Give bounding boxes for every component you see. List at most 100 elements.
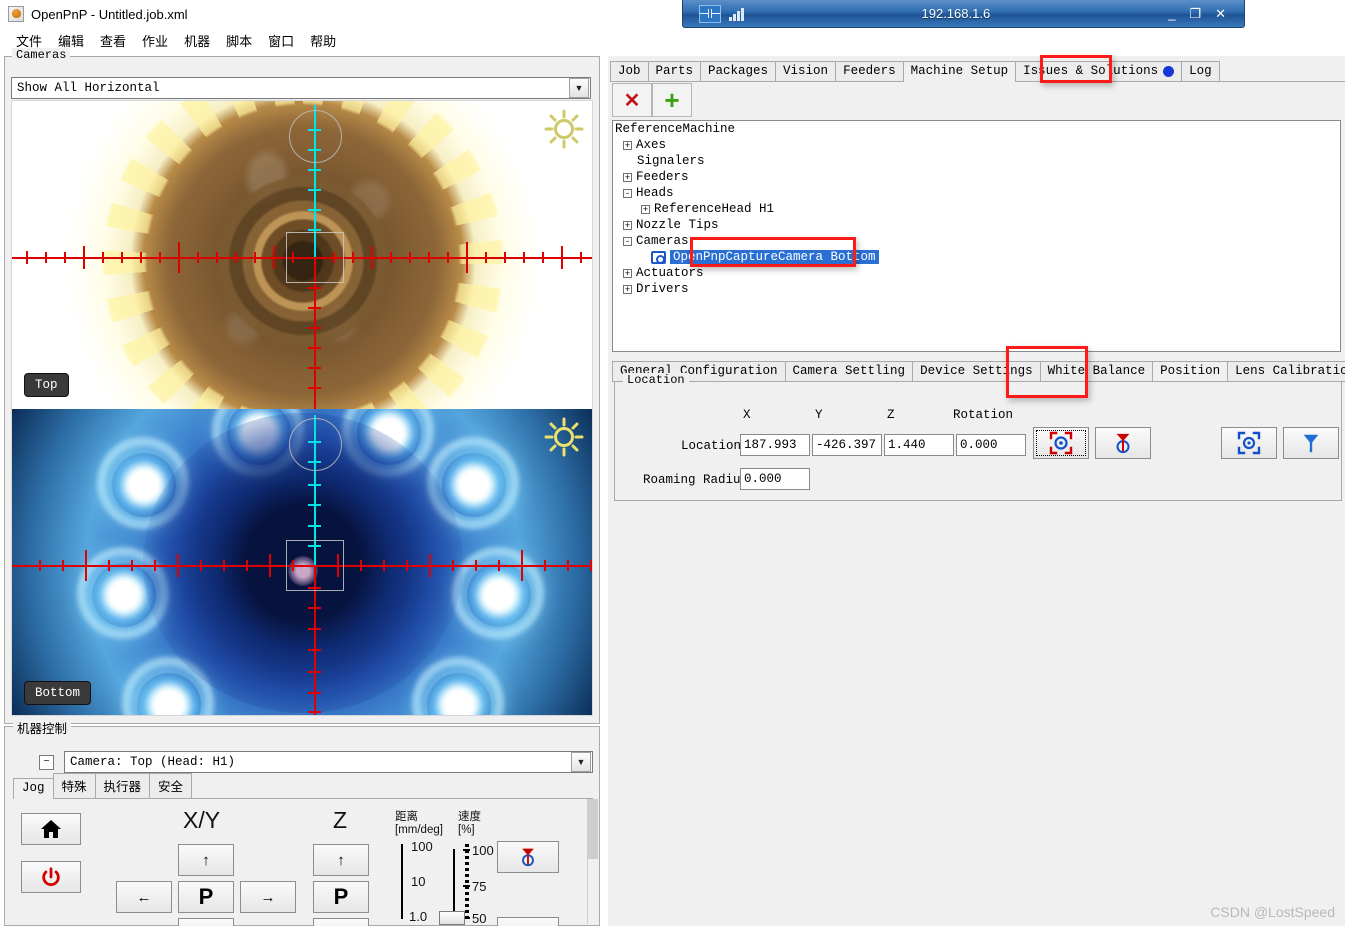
jog-panel-scrollbar-thumb[interactable] [588,799,598,859]
tree-node-feeders[interactable]: + Feeders [613,169,1340,185]
chevron-down-icon[interactable]: ▼ [569,78,589,98]
machine-controls-tabstrip: Jog 特殊 执行器 安全 [13,773,593,799]
expand-icon[interactable]: + [623,284,632,294]
jog-panel-scrollbar[interactable] [587,799,598,924]
head-selector-combo[interactable]: Camera: Top (Head: H1) ▼ [64,751,593,773]
tree-node-nozzle-tips[interactable]: + Nozzle Tips [613,217,1340,233]
tree-node-actuators[interactable]: + Actuators [613,265,1340,281]
capture-tool-location-button[interactable] [1095,427,1151,459]
subtab-lens-calibration[interactable]: Lens Calibration [1227,361,1345,381]
tab-issues-solutions[interactable]: Issues & Solutions [1015,61,1183,81]
collapse-icon[interactable]: - [623,236,632,246]
menu-item-machine[interactable]: 机器 [176,29,218,52]
jog-panel: X/Y Z ↑ ← P → ↑ P 距离 [mm/deg] 速度 [%] 100 [13,799,593,926]
pin-icon[interactable]: ⊣⊢ [699,4,721,23]
move-tool-here-button[interactable] [1283,427,1339,459]
jog-xy-left-button[interactable]: ← [116,881,172,913]
tab-actuators[interactable]: 执行器 [94,773,151,798]
speed-slider-thumb[interactable] [439,911,465,925]
tab-safety[interactable]: 安全 [149,773,193,798]
tree-node-reference-head-h1[interactable]: + ReferenceHead H1 [613,201,1340,217]
move-tool-here-icon [1303,434,1319,453]
distance-tick-10: 10 [411,874,426,889]
camera-view-mode-combo[interactable]: Show All Horizontal ▼ [11,77,591,99]
remote-desktop-connection-bar[interactable]: ⊣⊢ 192.168.1.6 _ ❐ ✕ [682,0,1245,28]
camera-view-top[interactable]: Top [12,101,592,409]
location-y-input[interactable]: -426.397 [812,434,882,456]
nozzle-tip-button[interactable] [497,841,559,873]
expand-icon[interactable]: + [623,172,632,182]
location-z-input[interactable]: 1.440 [884,434,954,456]
column-header-rotation: Rotation [953,408,1014,422]
machine-setup-toolbar: ✕ + [612,82,1342,118]
chevron-down-icon[interactable]: ▼ [571,752,591,772]
rdp-minimize-button[interactable]: _ [1168,6,1175,21]
camera-bottom-nozzle-center [288,555,318,586]
menu-item-scripts[interactable]: 脚本 [218,29,260,52]
menu-item-job[interactable]: 作业 [134,29,176,52]
tab-packages-label: Packages [708,64,769,78]
menu-item-help[interactable]: 帮助 [302,29,344,52]
expand-icon[interactable]: + [623,140,632,150]
camera-view-bottom[interactable]: Bottom [12,409,592,715]
jog-xy-right-button[interactable]: → [240,881,296,913]
location-rotation-input[interactable]: 0.000 [956,434,1026,456]
subtab-device-settings[interactable]: Device Settings [912,361,1041,381]
subtab-position[interactable]: Position [1152,361,1229,382]
tree-node-reference-machine[interactable]: ReferenceMachine [613,121,1340,137]
move-camera-here-button[interactable] [1221,427,1277,459]
collapse-toggle[interactable]: − [39,754,54,770]
expand-icon[interactable]: + [641,204,650,214]
tree-node-drivers[interactable]: + Drivers [613,281,1340,297]
distance-units-label: [mm/deg] [395,824,443,836]
tab-job[interactable]: Job [610,61,649,81]
jog-z-up-button[interactable]: ↑ [313,844,369,876]
rdp-close-button[interactable]: ✕ [1215,6,1226,22]
subtab-camera-settling[interactable]: Camera Settling [784,361,914,381]
menu-item-view[interactable]: 查看 [92,29,134,52]
remote-address-label: 192.168.1.6 [921,6,991,21]
delete-button[interactable]: ✕ [612,83,652,117]
expand-icon[interactable]: + [623,220,632,230]
tab-vision[interactable]: Vision [775,61,837,81]
tab-parts[interactable]: Parts [647,61,702,81]
tab-vision-label: Vision [783,64,829,78]
camera-settings-tabstrip: General Configuration Camera Settling De… [612,360,1345,382]
machine-controls-legend: 机器控制 [13,718,72,737]
tree-node-openpnp-capture-camera-bottom[interactable]: OpenPnpCaptureCamera Bottom [613,249,1340,265]
location-x-input[interactable]: 187.993 [740,434,810,456]
tab-feeders[interactable]: Feeders [835,61,904,81]
sun-icon[interactable] [544,109,584,149]
jog-xy-park-button[interactable]: P [178,881,234,913]
jog-xy-down-button[interactable] [178,918,234,926]
sun-icon[interactable] [544,417,584,457]
tab-special[interactable]: 特殊 [52,773,96,798]
tree-node-axes[interactable]: + Axes [613,137,1340,153]
tab-log[interactable]: Log [1181,61,1220,81]
speed-slider[interactable]: 100 75 50 [13,799,494,926]
tree-node-cameras[interactable]: - Cameras [613,233,1340,249]
capture-camera-location-button[interactable] [1033,427,1089,459]
collapse-icon[interactable]: - [623,188,632,198]
tab-jog[interactable]: Jog [13,778,54,799]
menu-item-window[interactable]: 窗口 [260,29,302,52]
rdp-restore-button[interactable]: ❐ [1189,6,1201,22]
subtab-white-balance[interactable]: White Balance [1039,361,1154,381]
expand-icon[interactable]: + [623,268,632,278]
tree-node-heads[interactable]: - Heads [613,185,1340,201]
tree-node-signalers[interactable]: Signalers [613,153,1340,169]
tree-node-label: ReferenceMachine [615,122,736,136]
add-button[interactable]: + [652,83,692,117]
jog-xy-up-button[interactable]: ↑ [178,844,234,876]
machine-tree[interactable]: ReferenceMachine + Axes Signalers + Feed… [612,120,1341,352]
tab-machine-setup[interactable]: Machine Setup [902,61,1017,82]
tab-packages[interactable]: Packages [700,61,777,81]
menu-bar: 文件 编辑 查看 作业 机器 脚本 窗口 帮助 [0,28,1345,52]
jog-z-down-button[interactable] [313,918,369,926]
java-coffee-icon [8,6,24,22]
roaming-radius-input[interactable]: 0.000 [740,468,810,490]
camera-view-mode-value: Show All Horizontal [17,81,160,95]
location-group: Location X Y Z Rotation Location 187.993… [614,373,1342,501]
jog-extra-button[interactable] [497,917,559,926]
jog-z-park-button[interactable]: P [313,881,369,913]
